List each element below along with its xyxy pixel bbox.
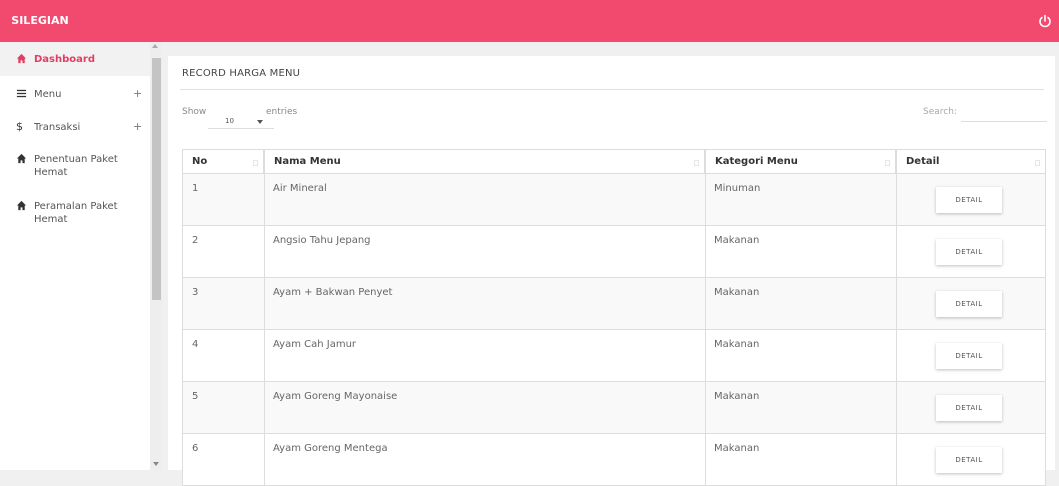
cell-no: 2	[192, 235, 199, 246]
cell-nama-menu: Angsio Tahu Jepang	[273, 235, 371, 246]
sidebar-item-label: Penentuan Paket Hemat	[34, 154, 118, 178]
detail-button[interactable]: DETAIL	[936, 343, 1002, 369]
sidebar-item-menu[interactable]: Menu +	[0, 88, 150, 102]
page-length-select[interactable]: 10	[208, 111, 274, 129]
cell-no: 1	[192, 183, 199, 194]
column-header-nama-menu[interactable]: Nama Menu	[264, 149, 705, 174]
table-row: 6 Ayam Goreng Mentega Makanan DETAIL	[182, 434, 1046, 486]
cell-no: 3	[192, 287, 199, 298]
top-navbar: SILEGIAN	[0, 0, 1059, 42]
sort-icon[interactable]	[253, 160, 258, 166]
cell-no: 6	[192, 443, 199, 454]
sidebar: Dashboard Menu + $ Transaksi + Penentuan…	[0, 42, 150, 470]
expand-icon[interactable]: +	[133, 121, 142, 133]
table-row: 4 Ayam Cah Jamur Makanan DETAIL	[182, 330, 1046, 382]
column-header-kategori-menu[interactable]: Kategori Menu	[705, 149, 896, 174]
cell-nama-menu: Air Mineral	[273, 183, 327, 194]
record-card: RECORD HARGA MENU Show 10 entries Search…	[168, 56, 1055, 486]
sort-icon[interactable]	[885, 160, 890, 166]
scroll-down-arrow-icon[interactable]	[153, 462, 159, 466]
entries-label: entries	[266, 107, 298, 117]
detail-button[interactable]: DETAIL	[936, 395, 1002, 421]
scrollbar-thumb[interactable]	[152, 58, 161, 300]
cell-nama-menu: Ayam Goreng Mayonaise	[273, 391, 398, 402]
cell-no: 4	[192, 339, 199, 350]
cell-kategori: Makanan	[714, 287, 760, 298]
sidebar-item-label: Peramalan Paket Hemat	[34, 201, 118, 225]
cell-kategori: Makanan	[714, 339, 760, 350]
search-label: Search:	[923, 107, 957, 117]
detail-button[interactable]: DETAIL	[936, 187, 1002, 213]
cell-no: 5	[192, 391, 199, 402]
divider	[180, 89, 1044, 90]
cell-kategori: Makanan	[714, 391, 760, 402]
cell-nama-menu: Ayam Cah Jamur	[273, 339, 357, 350]
sort-icon[interactable]	[1035, 160, 1040, 166]
sidebar-item-dashboard[interactable]: Dashboard	[0, 42, 150, 76]
search-input[interactable]	[961, 103, 1047, 122]
detail-button[interactable]: DETAIL	[936, 447, 1002, 473]
sidebar-item-label: Transaksi	[34, 122, 81, 133]
home-icon	[16, 200, 28, 212]
column-header-detail[interactable]: Detail	[896, 149, 1046, 174]
table-row: 3 Ayam + Bakwan Penyet Makanan DETAIL	[182, 278, 1046, 330]
show-label: Show	[182, 107, 207, 117]
scroll-up-arrow-icon[interactable]	[152, 44, 158, 48]
sidebar-item-peramalan-paket-hemat[interactable]: Peramalan Paket Hemat	[0, 200, 150, 228]
home-icon	[16, 153, 28, 165]
cell-kategori: Makanan	[714, 443, 760, 454]
sidebar-item-penentuan-paket-hemat[interactable]: Penentuan Paket Hemat	[0, 153, 150, 181]
power-icon[interactable]	[1037, 13, 1053, 29]
table-row: 5 Ayam Goreng Mayonaise Makanan DETAIL	[182, 382, 1046, 434]
detail-button[interactable]: DETAIL	[936, 291, 1002, 317]
page-length-value: 10	[225, 117, 234, 125]
sidebar-item-label: Dashboard	[34, 54, 95, 65]
sidebar-item-label: Menu	[34, 89, 62, 100]
brand-logo[interactable]: SILEGIAN	[10, 6, 70, 36]
menu-icon	[16, 88, 28, 100]
sidebar-scrollbar[interactable]	[150, 42, 162, 470]
card-title: RECORD HARGA MENU	[182, 68, 301, 79]
cell-nama-menu: Ayam Goreng Mentega	[273, 443, 388, 454]
home-icon	[16, 53, 28, 65]
detail-button[interactable]: DETAIL	[936, 239, 1002, 265]
column-header-no[interactable]: No	[182, 149, 264, 174]
table-row: 1 Air Mineral Minuman DETAIL	[182, 174, 1046, 226]
sort-icon[interactable]	[694, 160, 699, 166]
expand-icon[interactable]: +	[133, 88, 142, 100]
cell-kategori: Minuman	[714, 183, 761, 194]
cell-kategori: Makanan	[714, 235, 760, 246]
table-row: 2 Angsio Tahu Jepang Makanan DETAIL	[182, 226, 1046, 278]
cell-nama-menu: Ayam + Bakwan Penyet	[273, 287, 393, 298]
dollar-icon: $	[16, 120, 23, 133]
dropdown-caret-icon[interactable]	[257, 120, 263, 124]
sidebar-item-transaksi[interactable]: $ Transaksi +	[0, 121, 150, 135]
